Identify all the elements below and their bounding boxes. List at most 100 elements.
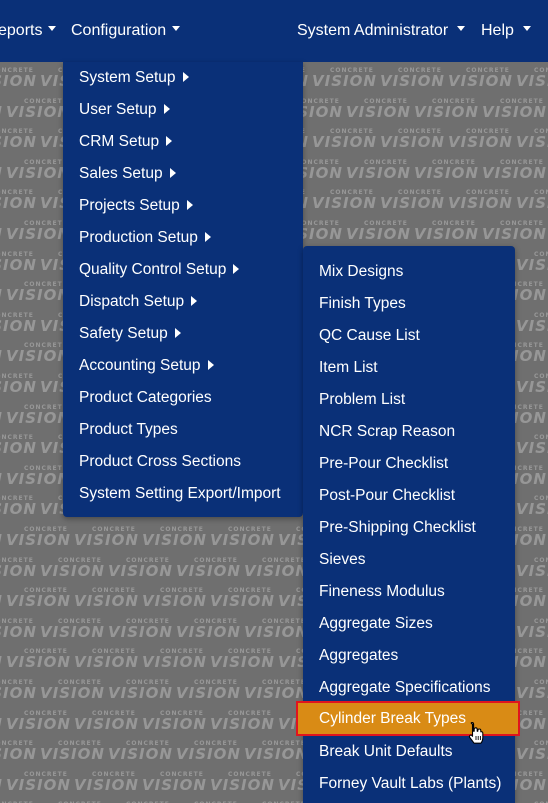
watermark-logo: CONCRETEVISION xyxy=(0,221,3,242)
watermark-logo: CONCRETEVISION xyxy=(312,68,377,89)
submenu-item-fineness-modulus[interactable]: Fineness Modulus xyxy=(303,576,515,608)
nav-help-menu[interactable]: Help xyxy=(481,22,531,40)
caret-right-icon xyxy=(182,71,189,82)
watermark-main-text: VISION xyxy=(142,775,207,794)
watermark-main-text: VISION xyxy=(516,622,548,641)
watermark-logo: CONCRETEVISION xyxy=(0,190,37,211)
submenu-item-forney-vault-labs[interactable]: Forney Vault Labs (Plants) xyxy=(303,768,515,800)
watermark-logo: CONCRETEVISION xyxy=(516,680,548,701)
submenu-item-sieves[interactable]: Sieves xyxy=(303,544,515,576)
watermark-main-text: VISION xyxy=(482,163,547,182)
watermark-main-text: VISION xyxy=(244,745,309,764)
watermark-logo: CONCRETEVISION xyxy=(74,771,139,793)
watermark-logo: CONCRETEVISION xyxy=(0,588,3,609)
watermark-logo: CONCRETEVISION xyxy=(516,129,548,150)
submenu-item-label: Sieves xyxy=(319,551,366,568)
menu-item-label: Quality Control Setup xyxy=(79,261,227,278)
watermark-main-text: VISION xyxy=(516,745,548,764)
watermark-main-text: VISION xyxy=(142,653,207,672)
watermark-main-text: VISION xyxy=(312,133,377,152)
watermark-main-text: VISION xyxy=(6,163,71,182)
watermark-main-text: VISION xyxy=(0,561,37,580)
watermark-main-text: VISION xyxy=(210,775,275,794)
watermark-main-text: VISION xyxy=(108,622,173,641)
watermark-logo: CONCRETEVISION xyxy=(142,771,207,794)
submenu-item-pre-pour-checklist[interactable]: Pre-Pour Checklist xyxy=(303,448,515,480)
menu-item-safety-setup[interactable]: Safety Setup xyxy=(63,318,181,350)
watermark-main-text: VISION xyxy=(448,133,513,152)
watermark-main-text: VISION xyxy=(516,561,548,580)
watermark-main-text: VISION xyxy=(6,347,71,366)
watermark-logo: CONCRETEVISION xyxy=(0,557,37,580)
watermark-logo: CONCRETEVISION xyxy=(516,618,548,641)
menu-item-sales-setup[interactable]: Sales Setup xyxy=(63,158,176,190)
watermark-main-text: VISION xyxy=(516,133,548,152)
menu-item-user-setup[interactable]: User Setup xyxy=(63,94,170,126)
submenu-item-problem-list[interactable]: Problem List xyxy=(303,384,515,416)
watermark-logo: CONCRETEVISION xyxy=(6,771,71,793)
caret-down-icon xyxy=(48,26,57,32)
watermark-logo: CONCRETEVISION xyxy=(516,741,548,762)
watermark-main-text: VISION xyxy=(414,225,479,243)
caret-right-icon xyxy=(163,103,170,114)
watermark-main-text: VISION xyxy=(0,165,3,181)
submenu-item-label: Finish Types xyxy=(319,295,406,312)
watermark-logo: CONCRETEVISION xyxy=(414,159,479,181)
watermark-main-text: VISION xyxy=(0,533,3,548)
caret-right-icon xyxy=(207,359,214,370)
watermark-logo: CONCRETEVISION xyxy=(448,68,513,89)
menu-item-production-setup[interactable]: Production Setup xyxy=(63,222,211,254)
watermark-main-text: VISION xyxy=(210,653,275,672)
watermark-main-text: VISION xyxy=(0,777,3,793)
menu-item-product-cross-sections[interactable]: Product Cross Sections xyxy=(63,446,241,478)
nav-configuration-menu[interactable]: Configuration xyxy=(71,22,181,40)
watermark-main-text: VISION xyxy=(516,684,548,702)
submenu-item-label: Fineness Modulus xyxy=(319,583,445,600)
watermark-logo: CONCRETEVISION xyxy=(516,68,548,89)
nav-reports-menu[interactable]: eports xyxy=(0,22,57,40)
watermark-main-text: VISION xyxy=(6,286,71,305)
submenu-item-aggregate-sizes[interactable]: Aggregate Sizes xyxy=(303,608,515,640)
menu-item-crm-setup[interactable]: CRM Setup xyxy=(63,126,173,158)
menu-item-projects-setup[interactable]: Projects Setup xyxy=(63,190,193,222)
caret-down-icon xyxy=(457,26,466,32)
watermark-main-text: VISION xyxy=(0,500,37,519)
watermark-logo: CONCRETEVISION xyxy=(414,98,479,120)
watermark-logo: CONCRETEVISION xyxy=(6,588,71,609)
submenu-item-aggregate-specifications[interactable]: Aggregate Specifications xyxy=(303,672,515,704)
menu-item-quality-control-setup[interactable]: Quality Control Setup xyxy=(63,254,240,286)
watermark-main-text: VISION xyxy=(380,72,445,90)
menu-item-label: Dispatch Setup xyxy=(79,293,185,310)
watermark-logo: CONCRETEVISION xyxy=(516,312,548,334)
watermark-main-text: VISION xyxy=(176,684,241,702)
menu-item-product-categories[interactable]: Product Categories xyxy=(63,382,212,414)
menu-item-label: Product Categories xyxy=(79,389,212,406)
menu-item-system-setting-export-import[interactable]: System Setting Export/Import xyxy=(63,478,281,510)
menu-item-dispatch-setup[interactable]: Dispatch Setup xyxy=(63,286,198,318)
watermark-logo: CONCRETEVISION xyxy=(210,710,275,732)
nav-user-menu[interactable]: System Administrator xyxy=(297,22,466,40)
watermark-logo: CONCRETEVISION xyxy=(0,343,3,364)
watermark-main-text: VISION xyxy=(142,714,207,733)
submenu-item-ncr-scrap-reason[interactable]: NCR Scrap Reason xyxy=(303,416,515,448)
watermark-main-text: VISION xyxy=(0,655,3,670)
submenu-item-finish-types[interactable]: Finish Types xyxy=(303,288,515,320)
watermark-logo: CONCRETEVISION xyxy=(0,466,3,487)
menu-item-product-types[interactable]: Product Types xyxy=(63,414,178,446)
watermark-main-text: VISION xyxy=(312,194,377,213)
submenu-item-post-pour-checklist[interactable]: Post-Pour Checklist xyxy=(303,480,515,512)
menu-item-accounting-setup[interactable]: Accounting Setup xyxy=(63,350,214,382)
watermark-logo: CONCRETEVISION xyxy=(210,649,275,670)
watermark-main-text: VISION xyxy=(516,194,548,213)
submenu-item-label: Post-Pour Checklist xyxy=(319,487,456,504)
caret-right-icon xyxy=(186,199,193,210)
menu-item-system-setup[interactable]: System Setup xyxy=(63,62,189,94)
nav-configuration-label: Configuration xyxy=(71,22,167,39)
submenu-item-item-list[interactable]: Item List xyxy=(303,352,515,384)
submenu-item-pre-shipping-checklist[interactable]: Pre-Shipping Checklist xyxy=(303,512,515,544)
submenu-item-label: Problem List xyxy=(319,391,406,408)
submenu-item-qc-cause-list[interactable]: QC Cause List xyxy=(303,320,515,352)
watermark-main-text: VISION xyxy=(0,227,3,242)
submenu-item-mix-designs[interactable]: Mix Designs xyxy=(303,256,515,288)
submenu-item-aggregates[interactable]: Aggregates xyxy=(303,640,515,672)
